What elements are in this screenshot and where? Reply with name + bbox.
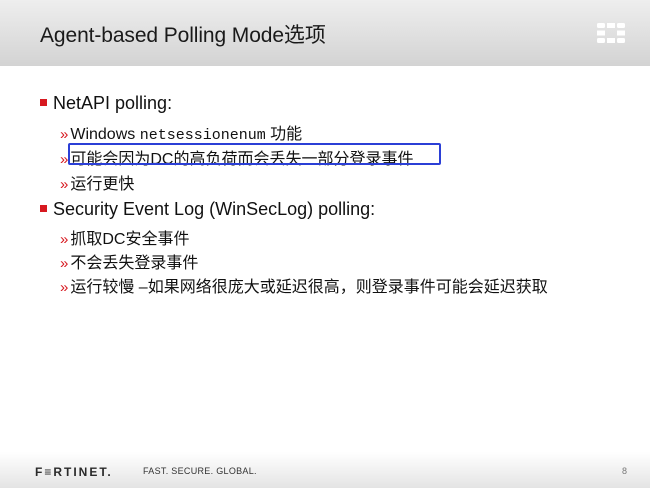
subbullet-text: 运行更快 — [70, 176, 135, 193]
code-term: netsessionenum — [139, 127, 266, 144]
page-number: 8 — [621, 466, 627, 476]
bullet-security-event-log: Security Event Log (WinSecLog) polling: — [40, 199, 375, 220]
red-square-bullet-icon — [40, 205, 47, 212]
subbullet-text: Windows — [70, 126, 140, 143]
double-chevron-icon: » — [60, 176, 69, 193]
subbullet-runs-faster: » 运行更快 — [60, 170, 134, 194]
slide-header: Agent-based Polling Mode选项 — [0, 0, 650, 66]
subbullet-runs-slower: » 运行较慢 –如果网络很庞大或延迟很高，则登录事件可能会延迟获取 — [60, 273, 548, 297]
double-chevron-icon: » — [60, 231, 69, 248]
fortinet-logo-icon — [597, 23, 625, 43]
double-chevron-icon: » — [60, 255, 69, 272]
fortinet-wordmark: F≡RTINET. — [35, 465, 113, 479]
red-square-bullet-icon — [40, 99, 47, 106]
subbullet-no-lost-events: » 不会丢失登录事件 — [60, 249, 198, 273]
subbullet-text: 功能 — [265, 126, 303, 143]
slide-title: Agent-based Polling Mode选项 — [40, 24, 326, 47]
subbullet-text: 抓取DC安全事件 — [70, 231, 190, 248]
subbullet-capture-dc-events: » 抓取DC安全事件 — [60, 225, 189, 249]
double-chevron-icon: » — [60, 126, 69, 143]
highlight-box — [68, 143, 441, 165]
bullet-label: NetAPI polling: — [53, 93, 173, 113]
bullet-label: Security Event Log (WinSecLog) polling: — [53, 199, 376, 219]
subbullet-text: 运行较慢 –如果网络很庞大或延迟很高，则登录事件可能会延迟获取 — [70, 279, 548, 296]
subbullet-windows-netsessionenum: » Windows netsessionenum 功能 — [60, 120, 302, 144]
tagline: FAST. SECURE. GLOBAL. — [143, 466, 257, 476]
subbullet-text: 不会丢失登录事件 — [70, 255, 199, 272]
slide-footer: F≡RTINET. FAST. SECURE. GLOBAL. 8 — [0, 452, 650, 488]
bullet-netapi-polling: NetAPI polling: — [40, 93, 172, 114]
double-chevron-icon: » — [60, 279, 69, 296]
